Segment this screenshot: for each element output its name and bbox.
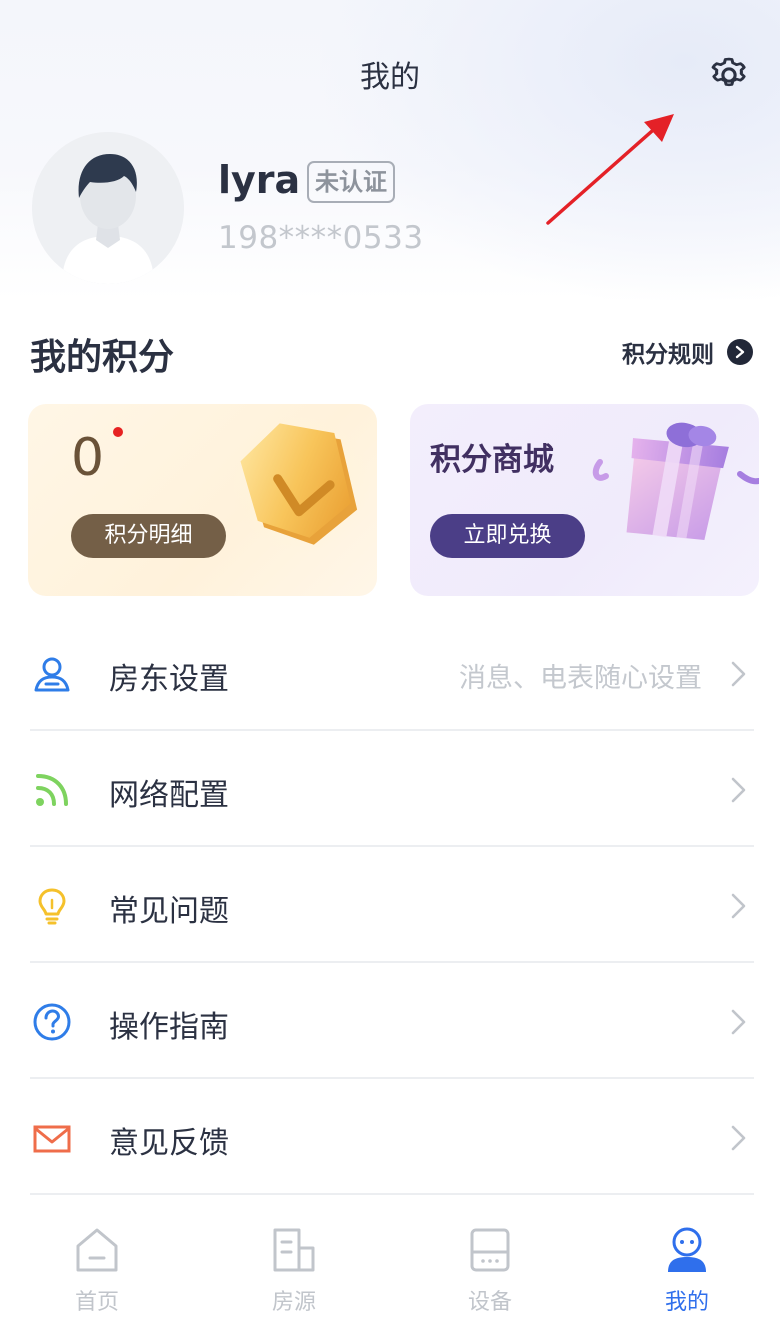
bottom-tab-bar: 首页 房源 设备 我的: [0, 1210, 780, 1320]
default-avatar-icon: [32, 132, 184, 284]
profile-icon: [668, 1227, 706, 1272]
points-mall-card[interactable]: 积分商城 立即兑换: [410, 404, 759, 596]
tab-home[interactable]: 首页: [42, 1226, 152, 1316]
mail-icon: [33, 1125, 71, 1153]
tab-label: 首页: [74, 1290, 119, 1315]
menu-item-faq[interactable]: 常见问题: [30, 848, 754, 963]
device-icon: [470, 1228, 510, 1272]
points-detail-button[interactable]: 积分明细: [71, 514, 226, 558]
chevron-right-icon: [731, 661, 746, 687]
coin-illustration: [231, 414, 371, 554]
menu-item-operation-guide[interactable]: 操作指南: [30, 964, 754, 1079]
menu-item-landlord-settings[interactable]: 房东设置 消息、电表随心设置: [30, 616, 754, 731]
tab-listings[interactable]: 房源: [239, 1226, 349, 1316]
verify-status-badge[interactable]: 未认证: [307, 161, 395, 203]
building-icon: [273, 1228, 315, 1272]
chevron-circle-right-icon: [727, 339, 753, 365]
menu-item-network-config[interactable]: 网络配置: [30, 732, 754, 847]
lightbulb-icon: [38, 888, 66, 925]
menu-item-feedback[interactable]: 意见反馈: [30, 1080, 754, 1195]
notification-dot: [113, 427, 123, 437]
menu-item-desc: 消息、电表随心设置: [459, 663, 702, 694]
tab-label: 设备: [467, 1290, 512, 1315]
menu-item-label: 常见问题: [109, 894, 229, 929]
chevron-right-icon: [731, 893, 746, 919]
settings-button[interactable]: [706, 52, 752, 98]
annotation-arrow: [546, 114, 674, 225]
points-card[interactable]: 0 积分明细: [28, 404, 377, 596]
menu-item-label: 房东设置: [109, 662, 229, 697]
tab-devices[interactable]: 设备: [435, 1226, 545, 1316]
page-title: 我的: [360, 60, 420, 95]
menu-item-label: 网络配置: [109, 778, 229, 813]
tab-mine[interactable]: 我的: [632, 1226, 742, 1316]
signal-icon: [36, 774, 68, 806]
points-value: 0: [71, 428, 105, 488]
points-rules-link[interactable]: 积分规则: [622, 336, 753, 368]
gear-icon: [711, 57, 746, 87]
points-section-title: 我的积分: [30, 337, 175, 378]
home-icon: [76, 1228, 118, 1272]
gift-box-illustration: [592, 422, 759, 540]
points-mall-title: 积分商城: [430, 442, 554, 478]
menu-item-label: 操作指南: [109, 1010, 229, 1045]
tab-label: 房源: [271, 1290, 316, 1315]
user-icon: [34, 657, 70, 692]
question-circle-icon: [33, 1003, 71, 1041]
phone-number: 198****0533: [218, 220, 424, 256]
chevron-right-icon: [731, 1125, 746, 1151]
menu-item-label: 意见反馈: [109, 1126, 229, 1161]
tab-label: 我的: [664, 1290, 709, 1315]
exchange-now-button[interactable]: 立即兑换: [430, 514, 585, 558]
chevron-right-icon: [731, 1009, 746, 1035]
points-rules-label: 积分规则: [622, 342, 714, 368]
avatar[interactable]: [32, 132, 184, 284]
chevron-right-icon: [731, 777, 746, 803]
username: lyra: [218, 158, 301, 202]
